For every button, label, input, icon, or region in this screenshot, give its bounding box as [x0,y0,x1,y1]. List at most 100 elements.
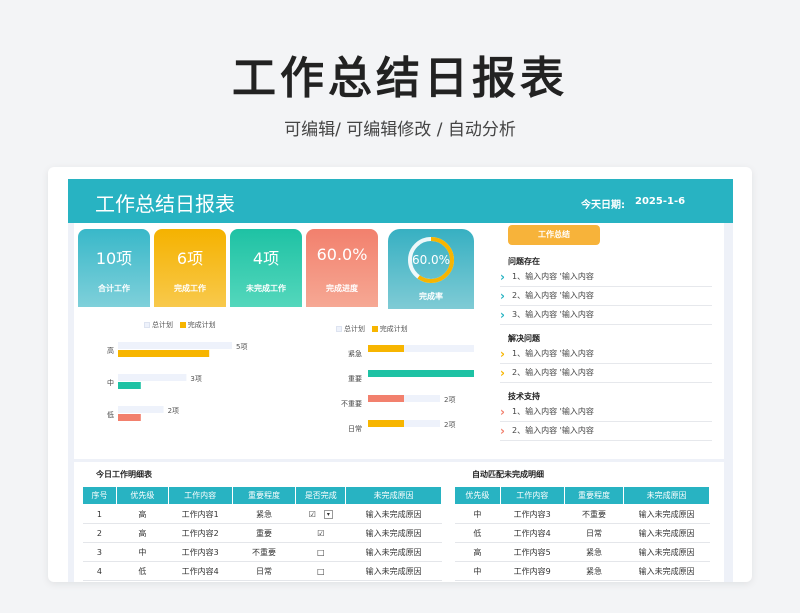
bar-total [118,342,232,349]
table-header-row: 序号 优先级 工作内容 重要程度 是否完成 未完成原因 [82,486,442,505]
col-header[interactable]: 优先级 [454,486,501,505]
list-item[interactable]: › 1、输入内容 '输入内容 [500,268,712,287]
bar-completed [118,382,141,389]
legend-swatch-done [179,322,186,328]
table-row[interactable]: 高工作内容5 紧急 输入未完成原因 [454,542,710,562]
completed-checkbox[interactable]: □ [295,542,346,562]
table-row[interactable]: 4 低工作内容4 日常 □ 输入未完成原因 [82,561,442,581]
table-row[interactable]: 1 高工作内容1 紧急 ☑ ▾ 输入未完成原因 [82,504,442,524]
dropdown-arrow-icon[interactable]: ▾ [323,509,333,519]
completed-checkbox[interactable]: ☑ [295,523,346,543]
col-header[interactable]: 重要程度 [563,486,625,505]
card-value: 60.0% [316,245,368,264]
progress-card: 60.0% 完成进度 [306,229,378,307]
card-label: 合计工作 [98,284,130,293]
summary-panel: 工作总结 问题存在 › 1、输入内容 '输入内容 › 2、输入内容 '输入内容 › 3… [500,223,724,459]
list-item[interactable]: › 1、输入内容 '输入内容 [500,345,712,364]
table-row[interactable]: 中工作内容3 不重要 输入未完成原因 [454,504,710,524]
col-header[interactable]: 优先级 [115,486,169,505]
tables-panel: 今日工作明细表 序号 优先级 工作内容 重要程度 是否完成 未完成原因 1 高工作… [74,462,724,582]
chevron-right-icon: › [500,289,505,303]
list-item[interactable]: › 2、输入内容 '输入内容 [500,364,712,383]
table-row[interactable]: 低工作内容4 日常 输入未完成原因 [454,523,710,543]
col-header[interactable]: 是否完成 [295,486,347,505]
chevron-right-icon: › [500,405,505,419]
legend-total: 总计划 [152,321,173,329]
detail-table: 序号 优先级 工作内容 重要程度 是否完成 未完成原因 1 高工作内容1 紧急 ☑ ▾… [82,486,442,581]
data-label: 5项 [236,343,247,351]
legend-total: 总计划 [344,325,365,333]
report-title: 工作总结日报表 [95,192,235,216]
hero-title: 工作总结日报表 [232,53,568,104]
priority-bar-chart: 高 5项中 3项低 2项 [107,342,247,421]
spreadsheet-preview: 工作总结日报表 今天日期: 2025-1-6 10项 合计工作 6项 完成工作 … [48,167,752,582]
list-item[interactable]: › 3、输入内容 '输入内容 [500,306,712,325]
chevron-right-icon: › [500,308,505,322]
card-value: 4项 [252,249,280,268]
data-label: 2项 [168,407,179,415]
col-header[interactable]: 序号 [82,486,117,505]
col-header[interactable]: 未完成原因 [623,486,710,505]
card-value: 6项 [176,249,204,268]
unfinished-tasks-card: 4项 未完成工作 [230,229,302,307]
completed-checkbox[interactable]: □ [295,561,346,581]
data-label: 2项 [444,396,455,404]
bar-total [118,406,164,413]
chart1-legend: 总计划 完成计划 [144,320,216,330]
table-row[interactable]: 中工作内容9 紧急 输入未完成原因 [454,561,710,581]
report-area: 工作总结日报表 今天日期: 2025-1-6 10项 合计工作 6项 完成工作 … [68,179,733,582]
hero-subtitle: 可编辑/ 可编辑修改 / 自动分析 [284,120,516,140]
completed-checkbox[interactable]: ☑ ▾ [295,504,346,524]
list-item[interactable]: › 2、输入内容 '输入内容 [500,287,712,306]
chevron-right-icon: › [500,366,505,380]
card-label: 未完成工作 [246,284,286,293]
table-row[interactable]: 3 中工作内容3 不重要 □ 输入未完成原因 [82,542,442,562]
bar-completed [118,350,210,357]
bar-completed [118,414,141,421]
col-header[interactable]: 重要程度 [231,486,297,505]
card-value: 10项 [95,249,133,268]
date-label: 今天日期: [581,200,625,211]
section-title-support: 技术支持 [508,392,540,401]
dashboard-panel: 10项 合计工作 6项 完成工作 4项 未完成工作 60.0% 完成进度 60. [74,223,724,459]
card-label: 完成工作 [174,284,206,293]
col-header[interactable]: 工作内容 [499,486,565,505]
card-label: 完成率 [419,292,443,301]
total-tasks-card: 10项 合计工作 [78,229,150,307]
bar-completed [368,370,474,377]
table-row[interactable]: 2 高工作内容2 重要 ☑ 输入未完成原因 [82,523,442,543]
bar-completed [368,395,404,402]
detail-table-title: 今日工作明细表 [96,470,152,479]
category-label: 不重要 [341,400,362,408]
category-label: 重要 [348,375,362,383]
legend-swatch-done [371,326,378,332]
chevron-right-icon: › [500,347,505,361]
list-item[interactable]: › 1、输入内容 '输入内容 [500,403,712,422]
col-header[interactable]: 未完成原因 [345,486,442,505]
legend-swatch-total [144,322,150,328]
category-label: 高 [107,346,114,355]
section-title-issues: 问题存在 [508,257,540,266]
donut-value: 60.0% [411,253,451,267]
legend-done: 完成计划 [379,325,408,333]
date-value[interactable]: 2025-1-6 [635,196,685,207]
category-label: 低 [107,410,114,419]
section-title-solutions: 解决问题 [508,334,540,343]
data-label: 2项 [444,421,455,429]
unfinished-table-title: 自动匹配未完成明细 [472,470,544,479]
bar-completed [368,420,404,427]
header-bar: 工作总结日报表 今天日期: 2025-1-6 [68,179,733,223]
col-header[interactable]: 工作内容 [167,486,233,505]
summary-tab[interactable]: 工作总结 [508,225,600,245]
legend-swatch-total [336,326,342,332]
category-label: 紧急 [348,349,362,358]
list-item[interactable]: › 2、输入内容 '输入内容 [500,422,712,441]
legend-done: 完成计划 [187,321,216,329]
chevron-right-icon: › [500,270,505,284]
importance-bar-chart: 紧急3项重要3项不重要2项日常2项 [341,345,474,433]
completion-rate-card: 60.0% 完成率 [388,229,474,309]
category-label: 日常 [348,424,362,433]
unfinished-table: 优先级 工作内容 重要程度 未完成原因 中工作内容3 不重要 输入未完成原因 低工作… [454,486,710,581]
bar-total [118,374,187,381]
data-label: 3项 [190,375,201,383]
